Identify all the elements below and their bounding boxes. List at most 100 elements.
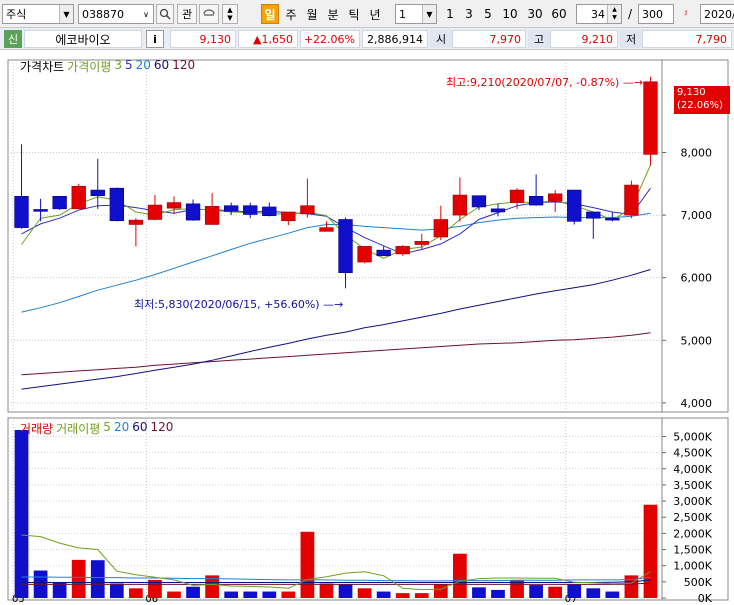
volume-tick-label: 3,500K — [673, 479, 712, 492]
chart-setting-button[interactable]: ♯ — [676, 4, 696, 24]
change-percent-value: +22.06% — [303, 32, 355, 46]
price-ma5-label: 5 — [124, 58, 133, 72]
high-annotation: 최고:9,210(2020/07/07, -0.87%) —→ — [446, 74, 643, 90]
high-label-text: 고 — [533, 33, 545, 46]
volume-bar — [605, 591, 620, 598]
market-type-select[interactable]: 주식 ▼ — [2, 4, 74, 24]
candle-body — [548, 193, 563, 202]
candle-body — [204, 206, 220, 225]
open-label-text: 시 — [435, 33, 447, 46]
chart-canvas[interactable]: 4,000 5,000 6,000 7,000 8,000 0K 500K 1,000K 1,5… — [6, 54, 734, 605]
price-tick-label: 5,000 — [681, 334, 713, 347]
market-badge: 신 — [4, 30, 22, 48]
price-pane-frame — [7, 59, 729, 413]
period-10-button[interactable]: 10 — [499, 4, 521, 24]
period-tick-button[interactable]: 틱 — [345, 4, 363, 24]
open-price: 7,970 — [452, 30, 526, 48]
period-month-button[interactable]: 월 — [303, 4, 321, 24]
chevron-down-icon[interactable]: ▼ — [422, 5, 436, 23]
price-ma120-label: 120 — [172, 58, 196, 72]
toolbar: 주식 ▼ 038870 ∨ 관 ▲ ▼ 일 주 월 분 틱 년 1 ▼ 1 3 5… — [0, 0, 734, 28]
candle-body — [414, 241, 429, 245]
high-price: 9,210 — [550, 30, 618, 48]
stepper-button[interactable]: ▲ ▼ — [222, 4, 238, 24]
candle-body — [166, 202, 182, 209]
candle-body — [528, 196, 544, 206]
candle-body — [300, 205, 315, 215]
interest-button-label: 관 — [181, 8, 193, 21]
low-annotation-text: 최저:5,830(2020/06/15, +56.60%) — [134, 298, 320, 311]
stock-code-input[interactable]: 038870 ∨ — [78, 4, 154, 24]
low-price: 7,790 — [642, 30, 732, 48]
low-label-text: 저 — [625, 33, 637, 46]
volume-tick-label: 2,500K — [673, 511, 712, 524]
stock-name[interactable]: 에코바이오 — [24, 30, 142, 48]
search-button[interactable] — [156, 4, 174, 24]
period-3-button[interactable]: 3 — [461, 4, 477, 24]
period-1-label: 1 — [446, 7, 454, 21]
volume-legend-ma-label: 거래이평 — [56, 422, 101, 436]
trade-volume-value: 2,886,914 — [367, 32, 423, 46]
total-input[interactable]: 300 — [638, 4, 674, 24]
candle-body — [109, 187, 124, 222]
info-button[interactable]: i — [146, 30, 164, 48]
total-value: 300 — [642, 7, 663, 21]
period-tick-label: 틱 — [348, 7, 360, 22]
candle-body — [490, 208, 506, 213]
price-ma60-label: 60 — [153, 58, 170, 72]
period-week-button[interactable]: 주 — [282, 4, 300, 24]
candle-body — [262, 206, 277, 217]
price-tick-label: 8,000 — [681, 147, 713, 160]
price-tick-label: 6,000 — [681, 272, 713, 285]
volume-tick-label: 3,000K — [673, 495, 712, 508]
period-day-button[interactable]: 일 — [261, 4, 279, 24]
candle-body — [376, 249, 391, 257]
volume-bar — [453, 553, 467, 598]
current-price-value: 9,130 — [199, 32, 232, 46]
right-arrow-icon: —→ — [622, 76, 644, 89]
price-legend-ma-label: 가격이평 — [67, 60, 112, 74]
price-change-value: ▲1,650 — [253, 32, 293, 46]
volume-bar — [281, 591, 296, 598]
candle-body — [281, 211, 296, 222]
period-minute-button[interactable]: 분 — [324, 4, 342, 24]
candle-body — [71, 186, 86, 210]
chart-area[interactable]: 4,000 5,000 6,000 7,000 8,000 0K 500K 1,000K 1,5… — [6, 54, 734, 605]
candle-body — [357, 246, 372, 263]
volume-bar — [567, 584, 582, 598]
period-1-button[interactable]: 1 — [442, 4, 458, 24]
period-60-button[interactable]: 60 — [548, 4, 570, 24]
volume-tick-label: 1,500K — [673, 544, 712, 557]
price-legend-label: 가격차트 — [20, 60, 65, 74]
volume-bar — [586, 588, 601, 598]
interest-button[interactable]: 관 — [177, 4, 197, 24]
volume-bar — [357, 588, 372, 598]
volume-tick-label: 5,000K — [673, 430, 712, 443]
count-input[interactable]: 34 ▲ ▼ — [576, 4, 622, 24]
price-tag-value: 9,130 — [677, 87, 706, 98]
period-30-button[interactable]: 30 — [524, 4, 546, 24]
candle-body — [433, 219, 448, 238]
slash-label: / — [627, 7, 633, 21]
stock-code-value: 038870 — [82, 7, 124, 21]
period-year-button[interactable]: 년 — [366, 4, 384, 24]
right-arrow-icon: —→ — [323, 298, 344, 311]
candle-body — [14, 196, 29, 228]
count-stepper[interactable]: ▲ ▼ — [607, 5, 621, 23]
date-input[interactable]: 2020/0 — [700, 4, 734, 24]
volume-tick-label: 1,000K — [673, 560, 712, 573]
chevron-down-icon[interactable]: ▼ — [59, 5, 73, 23]
unit-select[interactable]: 1 ▼ — [395, 4, 437, 24]
period-5-button[interactable]: 5 — [480, 4, 496, 24]
candle-body — [395, 246, 410, 255]
volume-ma20-label: 20 — [113, 420, 130, 434]
volume-legend-label: 거래량 — [20, 422, 54, 436]
quote-bar: 신 에코바이오 i 9,130 ▲1,650 +22.06% 2,886,914… — [0, 28, 734, 50]
period-3-label: 3 — [465, 7, 473, 21]
period-year-label: 년 — [369, 7, 381, 22]
chevron-down-icon[interactable]: ∨ — [139, 5, 153, 23]
sync-icon — [203, 9, 215, 16]
sync-button[interactable] — [199, 4, 219, 24]
candle-body — [243, 205, 258, 215]
volume-bar — [376, 591, 391, 598]
